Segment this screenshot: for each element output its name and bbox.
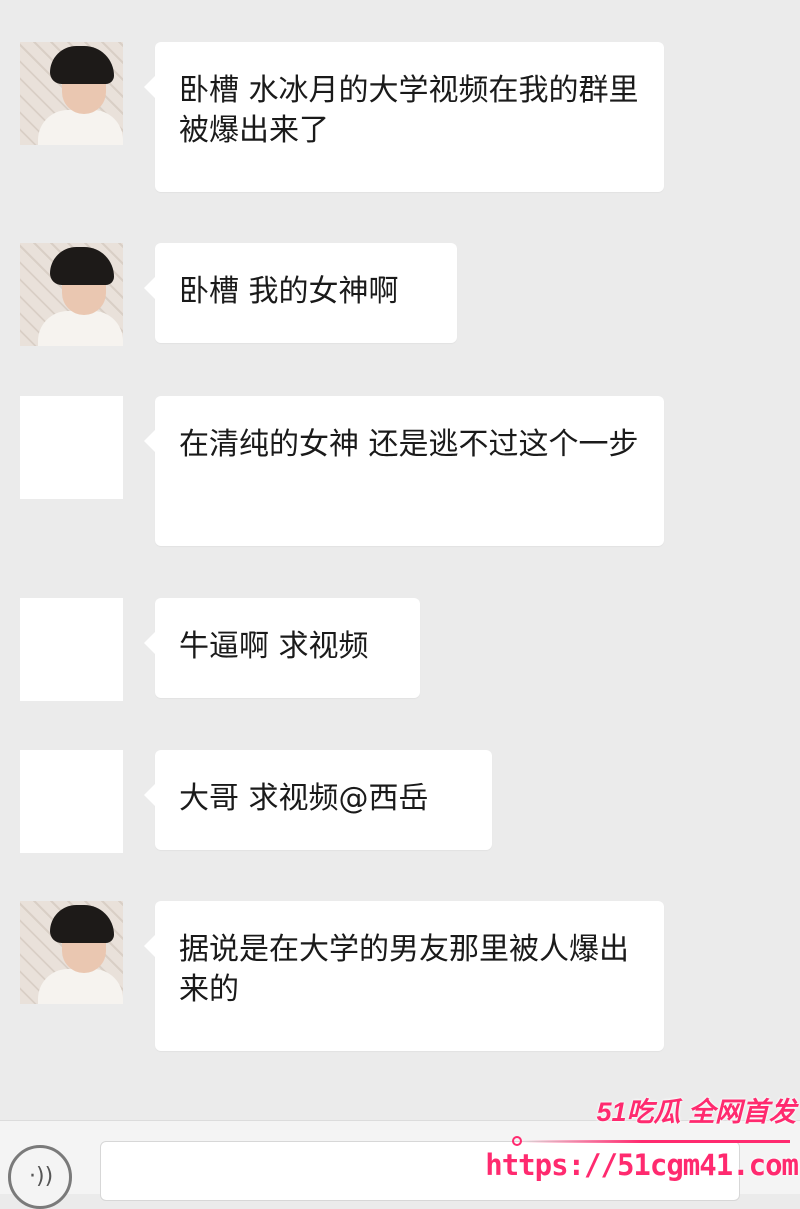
watermark-url: https://51cgm41.com bbox=[485, 1148, 799, 1182]
message-bubble[interactable]: 卧槽 我的女神啊 bbox=[144, 243, 457, 343]
message-text: 在清纯的女神 还是逃不过这个一步 bbox=[179, 427, 639, 462]
message-bubble[interactable]: 牛逼啊 求视频 bbox=[144, 598, 420, 698]
message-bubble[interactable]: 卧槽 水冰月的大学视频在我的群里被爆出来了 bbox=[144, 42, 664, 192]
watermark-slogan: 51吃瓜 全网首发 bbox=[596, 1097, 796, 1127]
avatar-shirt bbox=[38, 969, 123, 1004]
sender-avatar[interactable] bbox=[20, 42, 123, 145]
message-text: 牛逼啊 求视频 bbox=[179, 629, 369, 664]
voice-button[interactable]: ·)) bbox=[8, 1145, 72, 1209]
sender-avatar[interactable] bbox=[20, 598, 123, 701]
watermark: 51吃瓜 全网首发 https://51cgm41.com bbox=[485, 1090, 800, 1193]
message-text: 卧槽 水冰月的大学视频在我的群里被爆出来了 bbox=[179, 73, 639, 148]
sender-avatar[interactable] bbox=[20, 901, 123, 1004]
message-bubble[interactable]: 大哥 求视频@西岳 bbox=[144, 750, 492, 850]
message-bubble[interactable]: 在清纯的女神 还是逃不过这个一步 bbox=[144, 396, 664, 546]
chat-message-list[interactable]: 卧槽 水冰月的大学视频在我的群里被爆出来了 卧槽 我的女神啊 在清纯的女神 还是… bbox=[0, 0, 800, 1120]
message-bubble[interactable]: 据说是在大学的男友那里被人爆出来的 bbox=[144, 901, 664, 1051]
message-text: 据说是在大学的男友那里被人爆出来的 bbox=[179, 932, 629, 1007]
avatar-shirt bbox=[38, 110, 123, 145]
sender-avatar[interactable] bbox=[20, 243, 123, 346]
sender-avatar[interactable] bbox=[20, 396, 123, 499]
sender-avatar[interactable] bbox=[20, 750, 123, 853]
voice-icon: ·)) bbox=[29, 1164, 54, 1189]
watermark-divider bbox=[520, 1140, 790, 1143]
message-text: 卧槽 我的女神啊 bbox=[179, 274, 399, 309]
avatar-shirt bbox=[38, 311, 123, 346]
message-text: 大哥 求视频@西岳 bbox=[179, 781, 429, 816]
